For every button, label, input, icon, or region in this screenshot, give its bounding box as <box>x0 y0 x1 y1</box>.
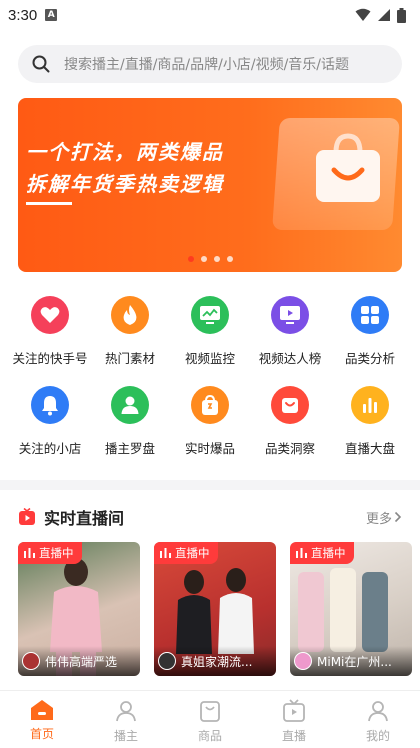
more-label: 更多 <box>365 511 392 527</box>
live-room-card[interactable]: 直播中 真姐家潮流... <box>154 542 276 676</box>
video-play-icon <box>271 296 309 334</box>
feature-category-analysis[interactable]: 品类分析 <box>331 296 409 386</box>
shopping-bag-illustration-icon <box>316 133 380 202</box>
tab-label: 播主 <box>113 729 138 743</box>
heart-icon <box>31 296 69 334</box>
battery-icon <box>397 7 406 23</box>
chevron-right-icon <box>394 511 402 523</box>
live-badge-label: 直播中 <box>175 546 210 560</box>
more-link[interactable]: 更多 <box>366 508 402 527</box>
tab-label: 直播 <box>281 729 306 743</box>
feature-followed-stores[interactable]: 关注的小店 <box>11 386 89 476</box>
feature-live-overview[interactable]: 直播大盘 <box>331 386 409 476</box>
avatar <box>22 652 40 670</box>
tab-label: 我的 <box>365 729 390 743</box>
user-outline-icon <box>368 701 388 722</box>
live-bars-icon <box>296 548 307 558</box>
tab-products[interactable]: 商品 <box>168 691 252 748</box>
live-room-list: 直播中 伟伟高端严选 直播中 真姐家潮流... 直播中 MiMi在广州... <box>18 542 420 676</box>
banner-line-2: 拆解年货季热卖逻辑 <box>26 172 224 196</box>
tab-live[interactable]: 直播 <box>252 691 336 748</box>
feature-row: 关注的小店 播主罗盘 实时爆品 品类洞察 直播大盘 <box>0 386 420 476</box>
live-room-footer: 真姐家潮流... <box>154 646 276 676</box>
signal-icon <box>378 9 390 21</box>
feature-followed-kuaishou[interactable]: 关注的快手号 <box>11 296 89 386</box>
search-input[interactable]: 搜索播主/直播/商品/品牌/小店/视频/音乐/话题 <box>18 45 402 83</box>
feature-label: 视频达人榜 <box>258 351 322 366</box>
bag-outline-icon <box>200 701 220 722</box>
search-icon <box>32 55 50 73</box>
feature-label: 视频监控 <box>184 351 235 366</box>
live-bars-icon <box>24 548 35 558</box>
status-indicators <box>355 7 406 23</box>
search-placeholder: 搜索播主/直播/商品/品牌/小店/视频/音乐/话题 <box>64 57 350 73</box>
banner-underline <box>26 202 72 205</box>
feature-realtime-hot-products[interactable]: 实时爆品 <box>171 386 249 476</box>
live-badge: 直播中 <box>18 542 82 564</box>
banner-dot[interactable] <box>213 256 220 262</box>
monitor-chart-icon <box>191 296 229 334</box>
tab-label: 首页 <box>29 727 54 741</box>
tv-outline-icon <box>283 699 305 722</box>
banner-dot[interactable] <box>187 256 194 262</box>
notification-a-icon: A <box>45 9 58 21</box>
feature-grid: 关注的快手号 热门素材 视频监控 视频达人榜 品类分析 关注的小店 播主罗盘 实… <box>0 296 420 476</box>
live-section-header: 实时直播间 更多 <box>18 505 402 529</box>
feature-category-insight[interactable]: 品类洞察 <box>251 386 329 476</box>
live-badge-label: 直播中 <box>39 546 74 560</box>
wifi-icon <box>355 8 371 21</box>
flame-icon <box>111 296 149 334</box>
live-badge: 直播中 <box>290 542 354 564</box>
feature-video-monitor[interactable]: 视频监控 <box>171 296 249 386</box>
live-room-name: MiMi在广州... <box>317 654 392 669</box>
live-bars-icon <box>160 548 171 558</box>
bar-chart-icon <box>351 386 389 424</box>
avatar <box>158 652 176 670</box>
live-badge: 直播中 <box>154 542 218 564</box>
live-room-name: 真姐家潮流... <box>181 654 253 669</box>
tab-home[interactable]: 首页 <box>0 691 84 748</box>
feature-row: 关注的快手号 热门素材 视频监控 视频达人榜 品类分析 <box>0 296 420 386</box>
category-grid-icon <box>351 296 389 334</box>
tab-label: 商品 <box>197 729 222 743</box>
live-section-title: 实时直播间 <box>44 509 125 528</box>
feature-label: 播主罗盘 <box>104 441 155 456</box>
status-time: 3:30 <box>8 6 38 24</box>
live-room-footer: 伟伟高端严选 <box>18 646 140 676</box>
shopping-bag-icon <box>191 386 229 424</box>
live-room-name: 伟伟高端严选 <box>45 654 118 669</box>
feature-video-influencer-rank[interactable]: 视频达人榜 <box>251 296 329 386</box>
feature-label: 热门素材 <box>104 351 155 366</box>
tab-streamer[interactable]: 播主 <box>84 691 168 748</box>
person-icon <box>111 386 149 424</box>
status-bar: 3:30 A <box>0 0 420 30</box>
home-icon <box>31 700 53 720</box>
banner-dot[interactable] <box>226 256 233 262</box>
feature-hot-materials[interactable]: 热门素材 <box>91 296 169 386</box>
banner-line-1: 一个打法，两类爆品 <box>26 140 224 164</box>
live-badge-label: 直播中 <box>311 546 346 560</box>
feature-label: 品类分析 <box>344 351 395 366</box>
feature-label: 直播大盘 <box>344 441 395 456</box>
feature-label: 实时爆品 <box>184 441 235 456</box>
person-outline-icon <box>116 701 136 722</box>
bottom-nav: 首页 播主 商品 直播 我的 <box>0 690 420 748</box>
bell-icon <box>31 386 69 424</box>
live-room-footer: MiMi在广州... <box>290 646 412 676</box>
feature-label: 品类洞察 <box>264 441 315 456</box>
basket-icon <box>271 386 309 424</box>
feature-streamer-compass[interactable]: 播主罗盘 <box>91 386 169 476</box>
promo-banner[interactable]: 一个打法，两类爆品 拆解年货季热卖逻辑 <box>18 98 402 272</box>
tv-live-icon <box>19 508 35 525</box>
avatar <box>294 652 312 670</box>
banner-pagination <box>18 256 402 262</box>
section-divider <box>0 480 420 490</box>
feature-label: 关注的快手号 <box>12 351 88 366</box>
tab-mine[interactable]: 我的 <box>336 691 420 748</box>
banner-dot[interactable] <box>200 256 207 262</box>
live-room-card[interactable]: 直播中 MiMi在广州... <box>290 542 412 676</box>
feature-label: 关注的小店 <box>18 441 82 456</box>
live-room-card[interactable]: 直播中 伟伟高端严选 <box>18 542 140 676</box>
